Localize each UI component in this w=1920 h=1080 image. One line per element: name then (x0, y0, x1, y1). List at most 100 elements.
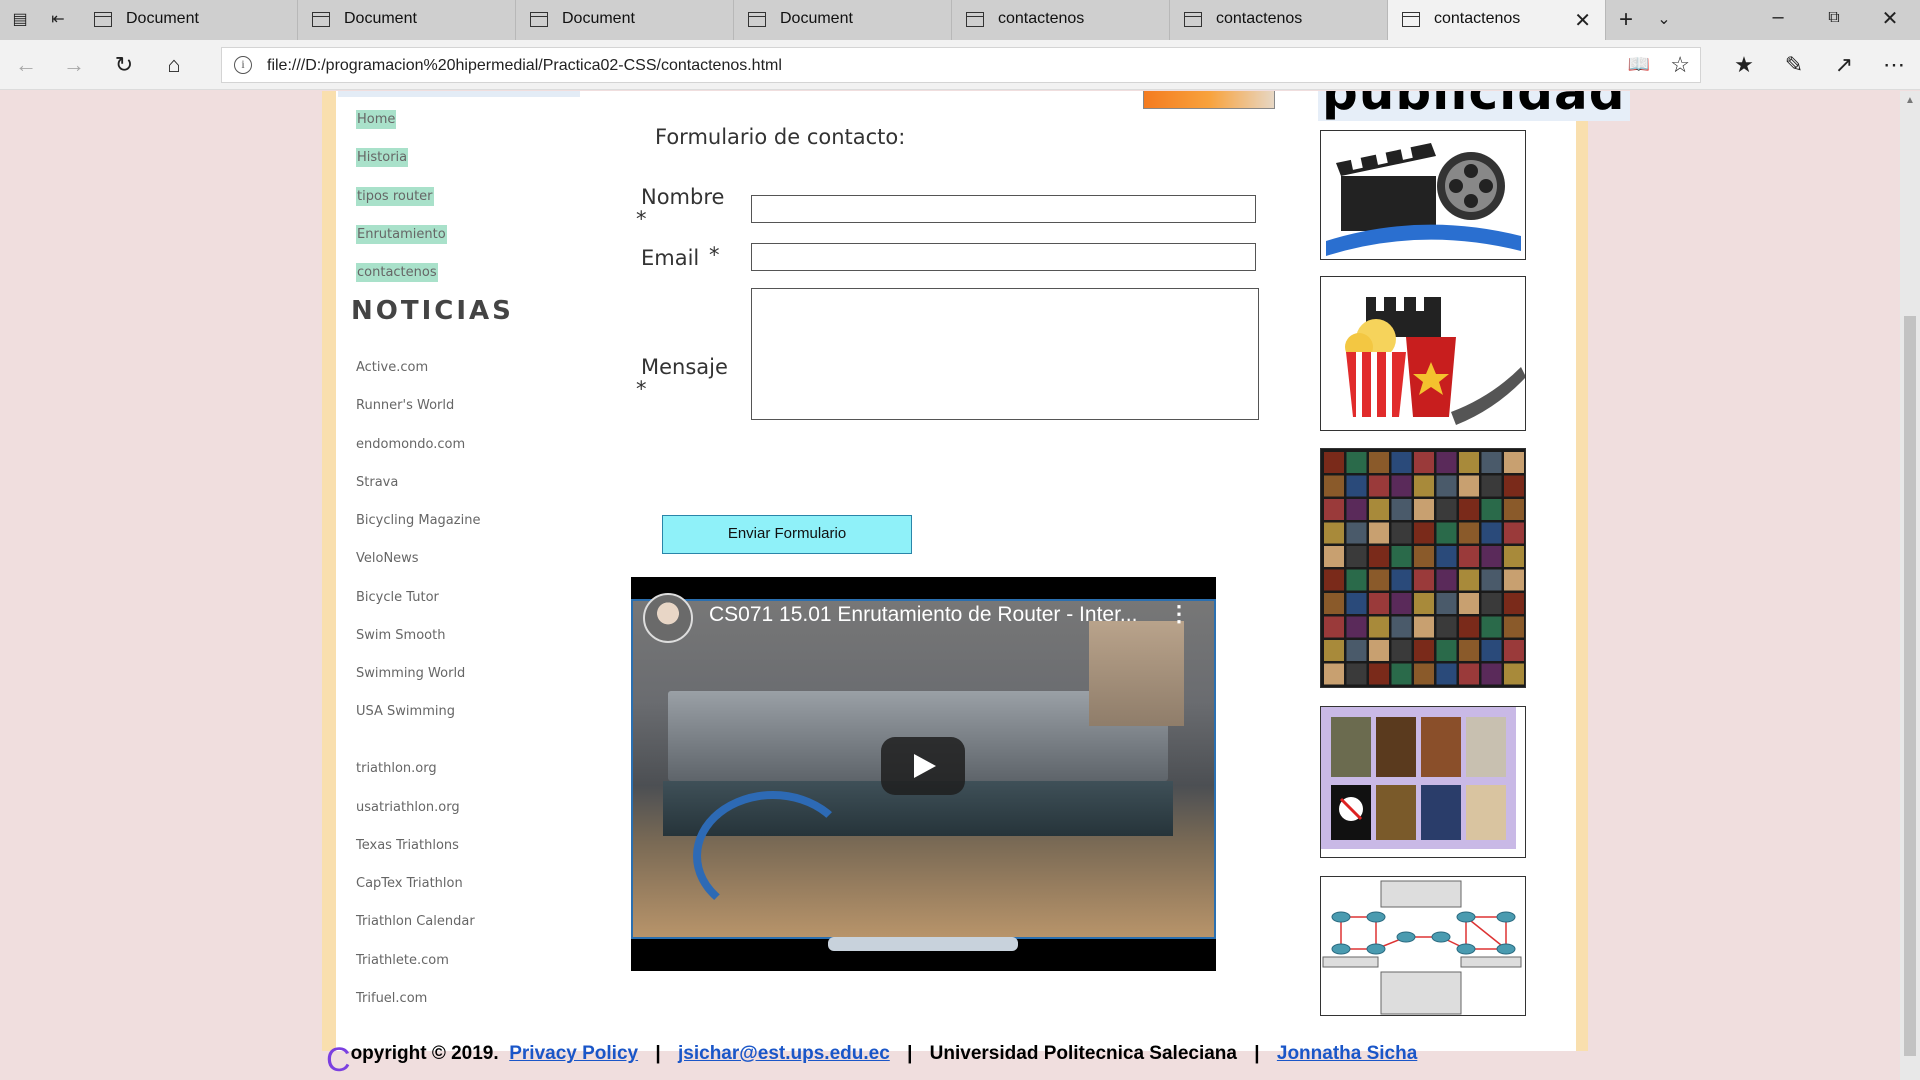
required-mark: * (709, 243, 720, 267)
menu-item-enrutamiento[interactable]: Enrutamiento (356, 225, 447, 244)
new-tab-icon[interactable]: + (1614, 8, 1638, 32)
vertical-scrollbar[interactable]: ▲ (1900, 91, 1920, 1080)
submit-button[interactable]: Enviar Formulario (662, 515, 912, 554)
tab-list-chevron-icon[interactable]: ⌄ (1652, 8, 1676, 32)
page-icon (966, 12, 984, 27)
nombre-input[interactable] (751, 195, 1256, 223)
university-name: Universidad Politecnica Saleciana (929, 1043, 1237, 1064)
minimize-icon[interactable]: – (1756, 6, 1800, 29)
page-icon (94, 12, 112, 27)
tab-actions-icon[interactable]: ▤ (8, 8, 32, 32)
pen-icon[interactable]: ✎ (1780, 51, 1808, 79)
restore-icon[interactable]: ⧉ (1812, 9, 1856, 27)
required-mark: * (636, 207, 647, 231)
page-icon (1402, 12, 1420, 27)
email-link[interactable]: jsichar@est.ups.edu.ec (678, 1043, 890, 1064)
site-info-icon[interactable]: i (234, 56, 252, 74)
cable-image (693, 791, 853, 921)
tab-title: Document (562, 10, 635, 27)
ad-popcorn-image[interactable] (1320, 276, 1526, 431)
menu-item-contactenos[interactable]: contactenos (356, 263, 438, 282)
favorites-list-icon[interactable]: ★ (1730, 51, 1758, 79)
menu-item-home[interactable]: Home (356, 110, 397, 129)
share-icon[interactable]: ↗ (1830, 51, 1858, 79)
news-link[interactable]: Triathlete.com (356, 953, 449, 968)
close-window-icon[interactable]: ✕ (1868, 6, 1912, 31)
news-link[interactable]: Bicycling Magazine (356, 513, 480, 528)
navigation-bar: ← → ↻ ⌂ i file:///D:/programacion%20hipe… (0, 40, 1920, 90)
menu-item-tipos-router[interactable]: tipos router (356, 187, 434, 206)
mensaje-textarea[interactable] (751, 288, 1259, 420)
mensaje-label: Mensaje (641, 355, 728, 379)
news-link[interactable]: CapTex Triathlon (356, 876, 463, 891)
form-title: Formulario de contacto: (655, 125, 906, 149)
tab-title: contactenos (998, 10, 1085, 27)
tab-title: Document (344, 10, 417, 27)
menu-item-historia[interactable]: Historia (356, 148, 409, 167)
news-link[interactable]: Swimming World (356, 666, 465, 681)
ad-movie-posters-image[interactable] (1320, 448, 1526, 688)
video-title[interactable]: CS071 15.01 Enrutamiento de Router - Int… (709, 603, 1137, 627)
footer-copyright: opyright © 2019. (350, 1043, 499, 1064)
tab-title: Document (780, 10, 853, 27)
news-link[interactable]: USA Swimming (356, 704, 455, 719)
ad-classic-movies-image[interactable] (1320, 706, 1526, 858)
youtube-video-player[interactable]: CS071 15.01 Enrutamiento de Router - Int… (631, 577, 1216, 971)
menu-header-strip (338, 91, 580, 97)
page-icon (312, 12, 330, 27)
back-icon[interactable]: ← (12, 51, 40, 79)
more-icon[interactable]: ⋯ (1880, 51, 1908, 79)
news-link[interactable]: VeloNews (356, 551, 419, 566)
ads-heading: publicidad (1318, 91, 1630, 121)
news-link[interactable]: Trifuel.com (356, 991, 427, 1006)
address-url[interactable]: file:///D:/programacion%20hipermedial/Pr… (267, 57, 782, 75)
tab-document-1[interactable]: Document (80, 0, 298, 40)
nombre-label: Nombre (641, 185, 725, 209)
news-link[interactable]: Swim Smooth (356, 628, 445, 643)
author-link[interactable]: Jonnatha Sicha (1277, 1043, 1417, 1064)
tab-title: contactenos (1434, 10, 1521, 27)
ad-routing-diagram-image[interactable] (1320, 876, 1526, 1016)
favorite-star-icon[interactable]: ☆ (1670, 52, 1690, 78)
tab-document-2[interactable]: Document (298, 0, 516, 40)
news-link[interactable]: Bicycle Tutor (356, 590, 439, 605)
tab-document-4[interactable]: Document (734, 0, 952, 40)
reading-view-icon[interactable]: 📖 (1628, 54, 1650, 75)
page-icon (1184, 12, 1202, 27)
header-image (1143, 91, 1275, 109)
news-link[interactable]: Active.com (356, 360, 428, 375)
close-tab-icon[interactable]: ✕ (1574, 8, 1591, 33)
ad-clapperboard-image[interactable] (1320, 130, 1526, 260)
page-icon (748, 12, 766, 27)
news-link[interactable]: endomondo.com (356, 437, 465, 452)
scroll-thumb[interactable] (1904, 316, 1916, 1056)
channel-avatar[interactable] (643, 593, 693, 643)
video-more-icon[interactable]: ⋮ (1168, 601, 1190, 627)
home-icon[interactable]: ⌂ (160, 51, 188, 79)
privacy-policy-link[interactable]: Privacy Policy (509, 1043, 638, 1064)
play-icon[interactable] (881, 737, 965, 795)
news-link[interactable]: Texas Triathlons (356, 838, 459, 853)
news-link[interactable]: triathlon.org (356, 761, 437, 776)
footer-copyright-initial: C (326, 1041, 351, 1079)
required-mark: * (636, 377, 647, 401)
news-heading: NOTICIAS (351, 296, 514, 326)
tab-document-3[interactable]: Document (516, 0, 734, 40)
footer-separator: | (655, 1043, 661, 1064)
email-input[interactable] (751, 243, 1256, 271)
news-link[interactable]: Triathlon Calendar (356, 914, 475, 929)
tab-title: Document (126, 10, 199, 27)
tab-title: contactenos (1216, 10, 1303, 27)
address-bar[interactable]: i file:///D:/programacion%20hipermedial/… (221, 47, 1701, 83)
scroll-up-icon[interactable]: ▲ (1905, 95, 1915, 106)
presenter-image (1089, 621, 1184, 726)
tab-contactenos-1[interactable]: contactenos (952, 0, 1170, 40)
set-aside-tabs-icon[interactable]: ⇤ (46, 8, 70, 32)
news-link[interactable]: Runner's World (356, 398, 454, 413)
tab-contactenos-active[interactable]: contactenos ✕ (1388, 0, 1606, 40)
news-link[interactable]: usatriathlon.org (356, 800, 460, 815)
news-link[interactable]: Strava (356, 475, 398, 490)
tab-contactenos-2[interactable]: contactenos (1170, 0, 1388, 40)
refresh-icon[interactable]: ↻ (110, 51, 138, 79)
forward-icon[interactable]: → (60, 51, 88, 79)
